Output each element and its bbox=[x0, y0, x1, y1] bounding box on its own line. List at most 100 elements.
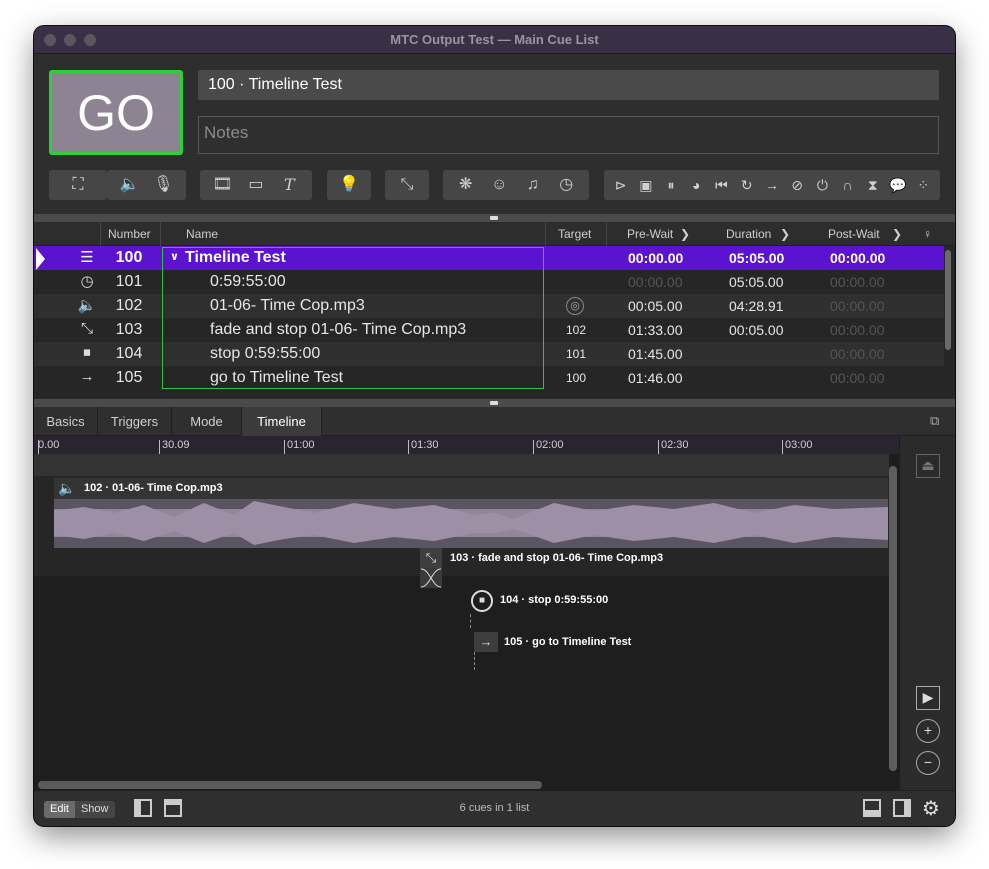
fade-icon[interactable]: ⤡ bbox=[396, 170, 418, 200]
eject-icon[interactable]: ⏏ bbox=[916, 454, 940, 478]
cue-row[interactable]: ◷ 101 0:59:55:00 00:00.00 05:05.00 00:00… bbox=[34, 270, 944, 294]
fade-cue-label: 103 · fade and stop 01-06- Time Cop.mp3 bbox=[450, 552, 664, 564]
toolbar-group-fade: ⤡ bbox=[385, 170, 429, 200]
stop-icon[interactable]: ▣ bbox=[636, 170, 656, 200]
midi-icon[interactable]: ☺ bbox=[488, 170, 510, 200]
fade-curve-block[interactable] bbox=[420, 568, 442, 588]
col-postwait[interactable]: Post-Wait bbox=[828, 227, 880, 241]
gear-icon[interactable]: ⚙ bbox=[922, 796, 940, 821]
stop-circle-icon[interactable]: ■ bbox=[471, 590, 493, 612]
timecode-clock-icon: ◷ bbox=[80, 273, 94, 290]
toolbar-group-control: ❋ ☺ ♫ ◷ bbox=[443, 170, 589, 200]
cue-number: 102 bbox=[115, 297, 143, 314]
col-number[interactable]: Number bbox=[108, 227, 151, 241]
cue-number: 100 bbox=[115, 249, 143, 266]
ruler-label: 30.09 bbox=[162, 439, 190, 451]
go-button[interactable]: GO bbox=[49, 70, 183, 155]
cue-number: 101 bbox=[115, 273, 143, 290]
devamp-icon[interactable]: ↻ bbox=[737, 170, 757, 200]
disclosure-chevron-icon[interactable]: ∨ bbox=[170, 250, 179, 263]
split-handle-bottom[interactable] bbox=[34, 399, 955, 407]
cue-target: 101 bbox=[565, 347, 587, 361]
text-icon[interactable]: T bbox=[278, 170, 300, 200]
tab-basics[interactable]: Basics bbox=[34, 407, 98, 436]
status-bar: Edit Show 6 cues in 1 list ⚙ bbox=[34, 790, 955, 826]
col-duration[interactable]: Duration bbox=[726, 227, 771, 241]
light-bulb-icon[interactable]: 💡 bbox=[338, 170, 360, 200]
cue-prewait: 01:33.00 bbox=[628, 322, 683, 338]
play-icon[interactable]: ⊳ bbox=[611, 170, 631, 200]
timeline-vertical-scrollbar[interactable] bbox=[889, 466, 897, 771]
cue-editor-header: GO 100 · Timeline Test Notes ⛶ 🔈 🎙 🎞 ▭ T… bbox=[34, 54, 955, 214]
fade-icon[interactable]: ⤡ bbox=[420, 548, 442, 568]
cue-row[interactable]: ☰ 100 ∨ Timeline Test 00:00.00 05:05.00 … bbox=[34, 246, 944, 270]
cue-list-scrollbar[interactable] bbox=[945, 250, 951, 350]
audio-cue-block[interactable]: 🔈 102 · 01-06- Time Cop.mp3 bbox=[54, 478, 888, 548]
postwait-chevron-icon[interactable]: ❯ bbox=[892, 227, 902, 241]
cue-row[interactable]: ⤡ 103 fade and stop 01-06- Time Cop.mp3 … bbox=[34, 318, 944, 342]
pause-icon[interactable]: ⏸ bbox=[661, 170, 681, 200]
ruler-label: 01:00 bbox=[287, 439, 315, 451]
camera-icon[interactable]: ▭ bbox=[245, 170, 267, 200]
target-icon[interactable]: ⊘ bbox=[787, 170, 807, 200]
cue-row[interactable]: 🔈 102 01-06- Time Cop.mp3 ◎ 00:05.00 04:… bbox=[34, 294, 944, 318]
cue-prewait: 00:00.00 bbox=[628, 250, 684, 266]
disarm-icon[interactable]: ∩ bbox=[838, 170, 858, 200]
timecode-lane bbox=[34, 454, 889, 476]
col-target[interactable]: Target bbox=[558, 227, 591, 241]
tab-mode[interactable]: Mode bbox=[172, 407, 242, 436]
timeline-ruler[interactable]: 0.00 30.09 01:00 01:30 02:00 02:30 03:00 bbox=[34, 436, 899, 454]
goto-icon[interactable]: → bbox=[762, 170, 782, 200]
split-handle-top[interactable] bbox=[34, 214, 955, 222]
network-icon[interactable]: ❋ bbox=[455, 170, 477, 200]
audio-cue-title: 🔈 102 · 01-06- Time Cop.mp3 bbox=[54, 478, 888, 499]
cue-name-field[interactable]: 100 · Timeline Test bbox=[198, 70, 939, 100]
duration-chevron-icon[interactable]: ❯ bbox=[780, 227, 790, 241]
music-note-icon[interactable]: ♫ bbox=[522, 170, 544, 200]
notes-field[interactable]: Notes bbox=[198, 116, 939, 154]
film-icon[interactable]: 🎞 bbox=[212, 170, 234, 200]
goto-arrow-icon[interactable]: → bbox=[474, 632, 498, 652]
stop-circle-icon: ⏹ bbox=[83, 344, 91, 361]
tab-triggers[interactable]: Triggers bbox=[98, 407, 172, 436]
zoom-in-icon[interactable]: + bbox=[916, 719, 940, 743]
tab-timeline[interactable]: Timeline bbox=[242, 407, 322, 436]
fullscreen-icon[interactable]: ⛶ bbox=[67, 170, 89, 200]
memo-icon[interactable]: 💬 bbox=[888, 170, 908, 200]
cue-number: 105 bbox=[115, 369, 143, 386]
flag-column-icon[interactable]: ♀ bbox=[923, 227, 932, 241]
cue-row[interactable]: → 105 go to Timeline Test 100 01:46.00 0… bbox=[34, 366, 944, 390]
stop-cue-label: 104 · stop 0:59:55:00 bbox=[500, 594, 609, 606]
audio-speaker-icon: 🔈 bbox=[77, 297, 97, 314]
target-icon[interactable]: ◎ bbox=[566, 297, 584, 315]
cue-postwait: 00:00.00 bbox=[830, 370, 885, 386]
panel-bottom-icon[interactable] bbox=[863, 799, 881, 817]
zoom-out-icon[interactable]: − bbox=[916, 751, 940, 775]
timeline-horizontal-scrollbar[interactable] bbox=[38, 781, 542, 789]
cue-list: ☰ 100 ∨ Timeline Test 00:00.00 05:05.00 … bbox=[34, 246, 955, 398]
speaker-icon[interactable]: 🔈 bbox=[119, 170, 141, 200]
arm-icon[interactable]: ⏻ bbox=[812, 170, 832, 200]
wait-icon[interactable]: ⧗ bbox=[863, 170, 883, 200]
col-prewait[interactable]: Pre-Wait bbox=[627, 227, 673, 241]
toolbar-group-video: 🎞 ▭ T bbox=[200, 170, 312, 200]
load-icon[interactable]: ◕ bbox=[686, 170, 706, 200]
microphone-icon[interactable]: 🎙 bbox=[152, 170, 174, 200]
cue-row[interactable]: ⏹ 104 stop 0:59:55:00 101 01:45.00 00:00… bbox=[34, 342, 944, 366]
group-icon[interactable]: ⁘ bbox=[913, 170, 933, 200]
play-preview-icon[interactable]: ▶ bbox=[916, 686, 940, 710]
inspector-tabs: Basics Triggers Mode Timeline ⧉ bbox=[34, 407, 955, 436]
timeline-view: 0.00 30.09 01:00 01:30 02:00 02:30 03:00… bbox=[34, 436, 899, 790]
group-timeline-icon: ☰ bbox=[80, 249, 94, 266]
col-name[interactable]: Name bbox=[186, 227, 218, 241]
prewait-chevron-icon[interactable]: ❯ bbox=[680, 227, 690, 241]
reset-icon[interactable]: ⏮ bbox=[711, 170, 731, 200]
ruler-label: 02:00 bbox=[536, 439, 564, 451]
clock-icon[interactable]: ◷ bbox=[555, 170, 577, 200]
cue-name: fade and stop 01-06- Time Cop.mp3 bbox=[210, 321, 467, 338]
popout-icon[interactable]: ⧉ bbox=[930, 413, 939, 429]
speaker-icon: 🔈 bbox=[58, 480, 76, 496]
cue-name: Timeline Test bbox=[185, 249, 286, 266]
cue-target: 100 bbox=[565, 371, 587, 385]
sidebar-right-icon[interactable] bbox=[893, 799, 911, 817]
